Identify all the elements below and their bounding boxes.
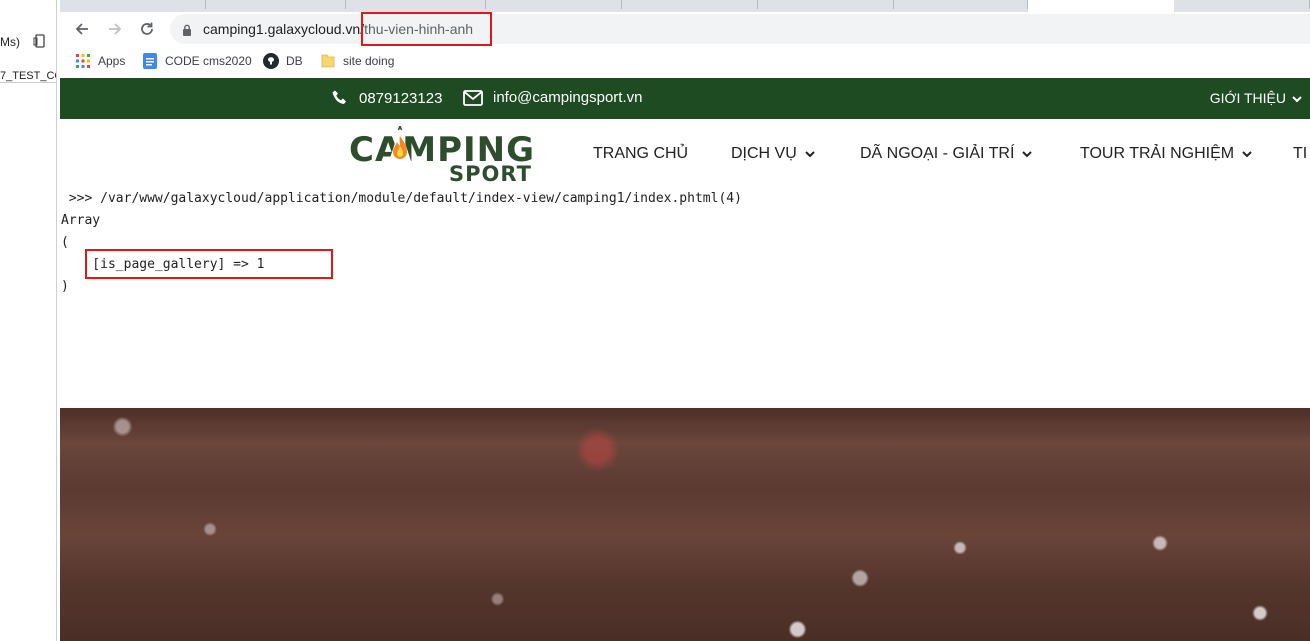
github-icon [263, 53, 279, 69]
flame-icon [388, 126, 412, 164]
nav-label: TI [1293, 145, 1308, 162]
tab[interactable] [486, 0, 622, 9]
bookmark-db[interactable]: DB [263, 52, 303, 70]
debug-line: ( [61, 235, 69, 250]
envelope-icon [463, 89, 483, 106]
apps-grid-icon [75, 53, 91, 69]
side-pane-row[interactable]: 7_TEST_CC [0, 70, 56, 83]
doc-icon [142, 53, 158, 69]
bookmark-label: site doing [343, 54, 395, 68]
email-address: info@campingsport.vn [493, 89, 643, 106]
tab[interactable] [60, 0, 206, 9]
browser-window: camping1.galaxycloud.vn/thu-vien-hinh-an… [60, 0, 1310, 641]
bookmark-apps[interactable]: Apps [75, 52, 125, 70]
lock-icon[interactable] [182, 23, 192, 41]
forward-button[interactable] [104, 18, 126, 40]
chevron-down-icon [1022, 145, 1033, 163]
nav-item-picnic[interactable]: DÃ NGOẠI - GIẢI TRÍ [860, 145, 1033, 163]
phone-icon [331, 89, 349, 107]
page-viewport: 0879123123 info@campingsport.vn GIỚI THI… [60, 78, 1310, 641]
bookmarks-bar: Apps CODE cms2020 DB site doing [60, 46, 1310, 76]
about-label: GIỚI THIỆU [1209, 90, 1286, 106]
browser-toolbar: camping1.galaxycloud.vn/thu-vien-hinh-an… [60, 12, 1310, 46]
chevron-down-icon [1242, 145, 1252, 163]
red-highlight-box [361, 12, 492, 46]
chevron-down-icon [1292, 90, 1302, 106]
nav-label: TRANG CHỦ [593, 145, 689, 162]
logo-word-sport: SPORT [449, 162, 532, 186]
nav-item-home[interactable]: TRANG CHỦ [593, 145, 688, 163]
debug-line: Array [61, 213, 101, 228]
site-topbar: 0879123123 info@campingsport.vn GIỚI THI… [60, 78, 1310, 119]
red-highlight-box [85, 249, 333, 279]
debug-line: ) [61, 279, 69, 294]
url-host: camping1.galaxycloud.vn/ [203, 21, 365, 37]
tab[interactable] [622, 0, 758, 9]
active-tab[interactable] [1028, 0, 1174, 12]
chevron-down-icon [805, 145, 815, 163]
tab[interactable] [894, 0, 1028, 9]
folder-icon [320, 53, 336, 69]
tab-strip [60, 0, 1310, 12]
nav-item-tours[interactable]: TOUR TRẢI NGHIỆM [1080, 145, 1252, 163]
nav-label: DỊCH VỤ [731, 145, 797, 162]
email-contact[interactable]: info@campingsport.vn [463, 89, 642, 106]
debug-path-line: >>> /var/www/galaxycloud/application/mod… [61, 191, 742, 206]
tab[interactable] [758, 0, 894, 9]
nav-item-services[interactable]: DỊCH VỤ [731, 145, 815, 163]
bookmark-code-cms2020[interactable]: CODE cms2020 [142, 52, 252, 70]
back-button[interactable] [71, 18, 93, 40]
address-bar[interactable]: camping1.galaxycloud.vn/thu-vien-hinh-an… [170, 12, 1310, 46]
devtools-side-pane: Ms) 7_TEST_CC [0, 0, 57, 641]
nav-item-news-truncated[interactable]: TI [1293, 145, 1307, 163]
tab[interactable] [346, 0, 486, 9]
camping-sport-logo[interactable]: CAMPING SPORT [349, 124, 541, 186]
side-pane-text: Ms) [0, 35, 20, 49]
nav-label: TOUR TRẢI NGHIỆM [1080, 145, 1235, 162]
phone-contact[interactable]: 0879123123 [331, 89, 442, 107]
device-toggle-icon[interactable] [33, 34, 47, 48]
about-menu[interactable]: GIỚI THIỆU [1210, 90, 1302, 106]
phone-number: 0879123123 [359, 89, 443, 107]
bookmark-label: Apps [98, 54, 126, 68]
tab[interactable] [206, 0, 346, 9]
bookmark-site-doing[interactable]: site doing [320, 52, 394, 70]
bookmark-label: DB [286, 54, 303, 68]
bookmark-label: CODE cms2020 [165, 54, 252, 68]
main-navigation: CAMPING SPORT TRANG CHỦ DỊCH VỤ DÃ NGOẠI… [60, 119, 1310, 188]
hero-image [60, 408, 1310, 641]
nav-label: DÃ NGOẠI - GIẢI TRÍ [860, 145, 1015, 162]
tab[interactable] [1174, 0, 1310, 9]
reload-button[interactable] [136, 18, 158, 40]
debug-output: >>> /var/www/galaxycloud/application/mod… [60, 188, 1310, 408]
